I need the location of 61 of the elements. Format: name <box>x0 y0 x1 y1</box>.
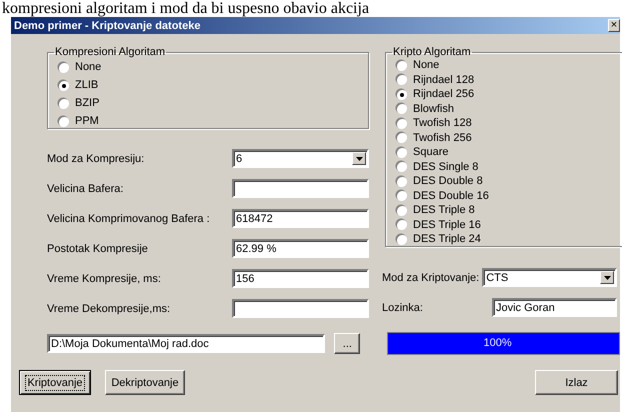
input-field[interactable]: 156 <box>232 269 369 288</box>
radio-option[interactable]: None <box>396 58 622 72</box>
radio-option[interactable]: Twofish 128 <box>396 116 622 130</box>
action-button[interactable]: Dekriptovanje <box>105 370 185 395</box>
radio-option[interactable]: DES Triple 8 <box>396 203 622 218</box>
field-label: Lozinka: <box>382 302 424 314</box>
radio-option[interactable]: PPM <box>58 112 368 130</box>
dropdown[interactable]: 6 <box>232 149 369 168</box>
radio-button[interactable] <box>58 116 69 126</box>
radio-button[interactable] <box>58 80 69 90</box>
radio-button[interactable] <box>396 219 407 230</box>
field-label: Vreme Dekompresije,ms: <box>47 302 172 314</box>
group-title: Kompresioni Algoritam <box>54 46 166 58</box>
radio-option[interactable]: Rijndael 128 <box>396 72 622 87</box>
radio-button[interactable] <box>396 204 407 216</box>
input-field[interactable] <box>232 179 369 198</box>
file-path-field[interactable]: D:\Moja Dokumenta\Moj rad.doc <box>47 334 326 353</box>
radio-button[interactable] <box>396 234 407 245</box>
radio-button[interactable] <box>396 88 407 100</box>
action-button[interactable]: Izlaz <box>535 370 618 395</box>
close-button[interactable]: × <box>608 19 620 32</box>
field-label: Vreme Kompresije, ms: <box>47 272 162 284</box>
field-label: Postotak Kompresije <box>47 242 149 254</box>
radio-button[interactable] <box>58 62 69 72</box>
radio-button[interactable] <box>396 60 407 71</box>
input-field[interactable]: 62.99 % <box>232 239 369 258</box>
radio-button[interactable] <box>396 74 407 86</box>
radio-option[interactable]: DES Single 8 <box>396 160 622 174</box>
input-field[interactable] <box>232 299 369 318</box>
radio-option[interactable]: DES Triple 24 <box>396 232 622 246</box>
progress-text: 100% <box>483 337 512 349</box>
radio-button[interactable] <box>396 190 407 202</box>
group-title: Kripto Algoritam <box>392 46 472 58</box>
field-label: Mod za Kriptovanje: <box>382 272 480 284</box>
input-field[interactable]: Jovic Goran <box>492 298 617 317</box>
radio-option[interactable]: DES Double 16 <box>396 188 622 203</box>
radio-option[interactable]: DES Triple 16 <box>396 218 622 232</box>
radio-button[interactable] <box>58 98 69 108</box>
document-text: kompresioni algoritam i mod da bi uspesno obavio akcija <box>1 0 370 17</box>
field-label: Velicina Bafera: <box>47 182 124 194</box>
radio-button[interactable] <box>396 161 407 172</box>
radio-option[interactable]: Square <box>396 145 622 160</box>
radio-button[interactable] <box>396 146 407 158</box>
radio-button[interactable] <box>396 132 407 144</box>
window-title: Demo primer - Kriptovanje datoteke <box>14 20 200 32</box>
radio-button[interactable] <box>396 176 407 187</box>
field-label: Velicina Komprimovanog Bafera : <box>47 212 211 224</box>
radio-option[interactable]: DES Double 8 <box>396 174 622 188</box>
action-button[interactable]: Kriptovanje <box>19 370 91 395</box>
radio-option[interactable]: Rijndael 256 <box>396 87 622 102</box>
radio-option[interactable]: None <box>58 58 368 76</box>
radio-option[interactable]: ZLIB <box>58 76 368 94</box>
radio-button[interactable] <box>396 103 407 114</box>
radio-option[interactable]: Blowfish <box>396 102 622 116</box>
radio-button[interactable] <box>396 118 407 129</box>
dropdown[interactable]: CTS <box>482 268 617 287</box>
input-field[interactable]: 618472 <box>232 209 369 228</box>
radio-option[interactable]: Twofish 256 <box>396 130 622 145</box>
field-label: Mod za Kompresiju: <box>47 152 146 164</box>
browse-button[interactable]: ... <box>334 333 360 354</box>
radio-option[interactable]: BZIP <box>58 94 368 112</box>
